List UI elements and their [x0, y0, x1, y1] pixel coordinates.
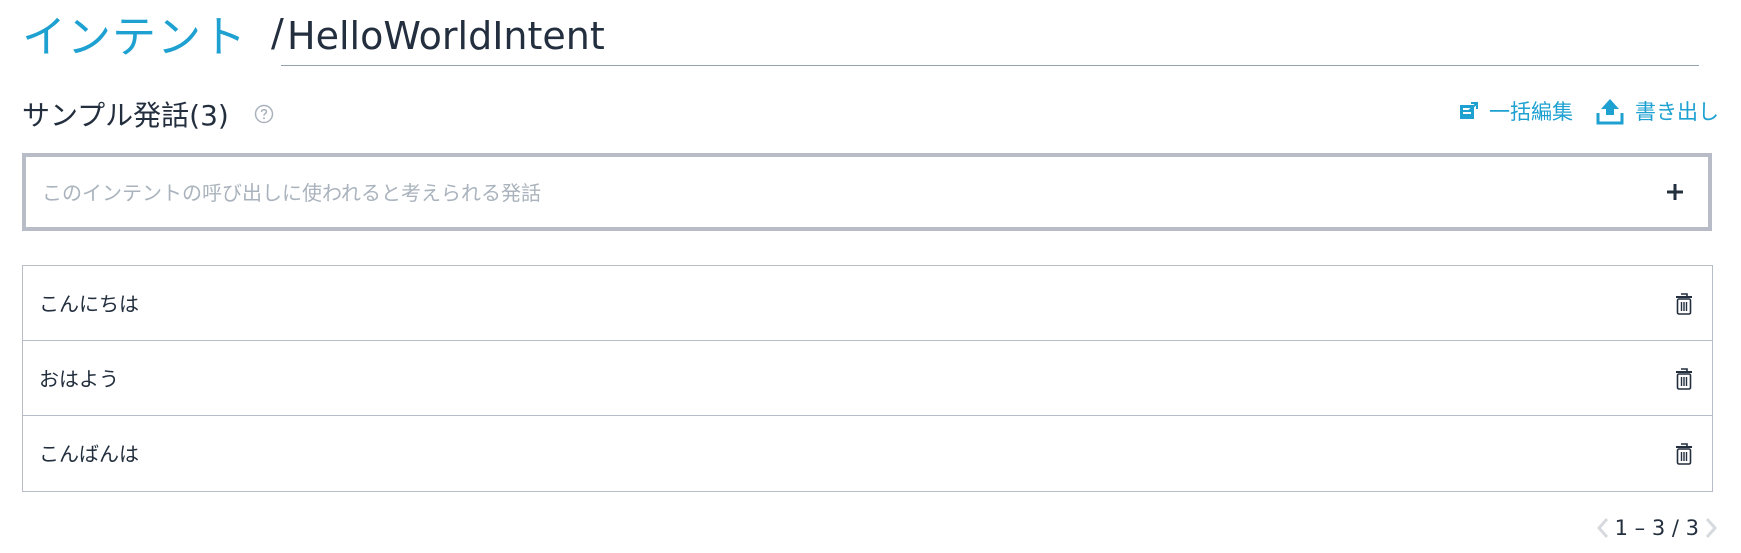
utterance-list: こんにちは おはよう こんばんは [22, 265, 1713, 492]
export-label: 書き出し [1635, 100, 1719, 124]
bulk-edit-label: 一括編集 [1489, 100, 1573, 124]
export-button[interactable]: 書き出し [1595, 96, 1719, 126]
trash-icon[interactable] [1674, 442, 1694, 466]
pagination-range: 1 – 3 / 3 [1614, 516, 1699, 540]
intent-name-field-wrapper [281, 8, 1699, 66]
add-utterance-input[interactable] [40, 157, 1624, 229]
section-title: サンプル発話(3) [22, 99, 229, 132]
utterance-row: こんばんは [23, 416, 1712, 491]
breadcrumb-intents-link[interactable]: インテント [22, 1, 247, 65]
question-circle-icon[interactable] [254, 104, 274, 124]
utterance-row: おはよう [23, 341, 1712, 416]
utterances-editor-page: インテント / サンプル発話(3) 一括編集 書き出し [0, 0, 1741, 553]
utterance-text: おはよう [39, 367, 119, 391]
utterance-row: こんにちは [23, 266, 1712, 341]
utterance-text: こんにちは [39, 292, 139, 316]
bulk-edit-button[interactable]: 一括編集 [1457, 96, 1573, 126]
add-utterance-box [22, 153, 1712, 231]
upload-icon [1596, 99, 1624, 125]
intent-name-field[interactable] [287, 14, 1687, 58]
bulk-edit-icon [1460, 102, 1478, 119]
trash-icon[interactable] [1674, 367, 1694, 391]
utterance-text: こんばんは [39, 442, 139, 466]
plus-icon[interactable] [1658, 175, 1692, 209]
breadcrumb: インテント / [22, 8, 298, 63]
chevron-left-icon[interactable] [1595, 516, 1611, 540]
pagination: 1 – 3 / 3 [1595, 516, 1719, 540]
toolbar-actions: 一括編集 書き出し [1457, 96, 1719, 126]
trash-icon[interactable] [1674, 292, 1694, 316]
chevron-right-icon[interactable] [1703, 516, 1719, 540]
